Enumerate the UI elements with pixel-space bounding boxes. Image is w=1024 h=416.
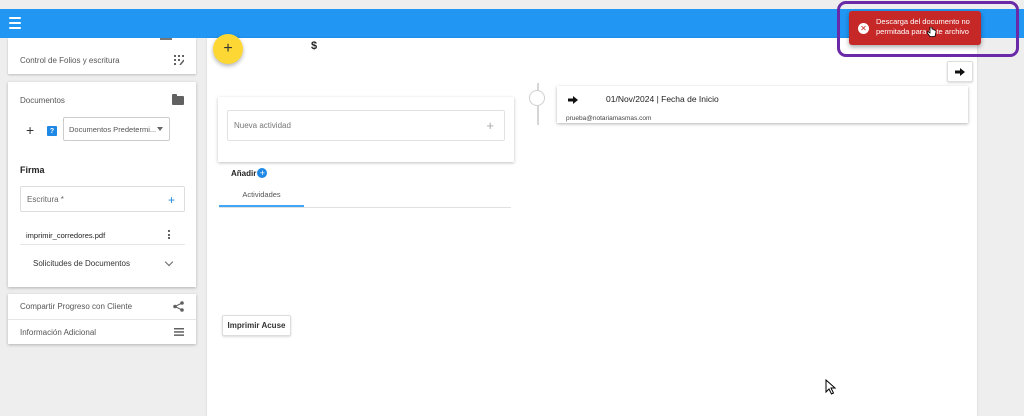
grid-numbers-icon: [174, 55, 184, 65]
more-options-icon[interactable]: [168, 230, 170, 239]
folios-row[interactable]: Control de Folios y escritura: [8, 54, 196, 66]
anadir-button[interactable]: Añadir +: [231, 167, 268, 179]
solicitudes-row[interactable]: Solicitudes de Documentos: [20, 254, 185, 272]
share-icon[interactable]: [173, 300, 184, 312]
hand-cursor-icon: [927, 27, 936, 37]
chevron-down-icon: [164, 257, 174, 267]
collapsed-icon: [160, 38, 172, 40]
arrow-right-icon: [955, 67, 965, 76]
documentos-select-value: Documentos Predetermi...: [69, 124, 157, 134]
add-escritura-icon[interactable]: +: [168, 194, 175, 206]
info-row[interactable]: Información Adicional: [8, 326, 196, 338]
timeline-dot: [529, 90, 545, 106]
info-label: Información Adicional: [20, 327, 97, 337]
add-actividad-icon[interactable]: +: [486, 118, 494, 133]
nueva-actividad-placeholder: Nueva actividad: [234, 121, 291, 130]
documentos-title: Documentos: [20, 95, 65, 105]
folios-card: Control de Folios y escritura: [8, 38, 196, 74]
extra-options-card: Compartir Progreso con Cliente Informaci…: [8, 294, 196, 344]
currency-symbol: $: [311, 40, 318, 52]
divider: [8, 319, 196, 320]
arrow-right-icon: [568, 96, 578, 104]
help-icon[interactable]: ?: [47, 126, 57, 136]
dropdown-caret-icon: [157, 127, 163, 131]
timeline-date: 01/Nov/2024 | Fecha de Inicio: [606, 94, 719, 104]
nueva-actividad-input[interactable]: Nueva actividad +: [227, 110, 505, 141]
arrow-cursor-icon: [825, 379, 837, 395]
add-document-icon[interactable]: +: [26, 123, 34, 137]
timeline-entry-card: 01/Nov/2024 | Fecha de Inicio prueba@not…: [557, 86, 968, 123]
plus-icon: +: [223, 40, 233, 57]
share-label: Compartir Progreso con Cliente: [20, 301, 133, 311]
hamburger-menu-icon[interactable]: [9, 17, 21, 29]
documentos-header: Documentos: [8, 93, 196, 106]
tab-divider: [219, 207, 511, 208]
timeline-email: prueba@notariamasmas.com: [566, 115, 652, 122]
documentos-select[interactable]: Documentos Predetermi...: [63, 117, 170, 141]
share-row[interactable]: Compartir Progreso con Cliente: [8, 300, 196, 312]
file-name: imprimir_corredores.pdf: [26, 231, 106, 240]
escritura-label: Escritura *: [27, 194, 64, 204]
escritura-field[interactable]: Escritura * +: [20, 186, 185, 212]
next-button[interactable]: [947, 61, 973, 82]
tab-actividades[interactable]: Actividades: [219, 190, 304, 199]
folder-icon: [172, 93, 184, 105]
imprimir-acuse-button[interactable]: Imprimir Acuse: [222, 315, 291, 336]
actividad-card: Nueva actividad +: [218, 97, 514, 162]
solicitudes-label: Solicitudes de Documentos: [33, 259, 130, 268]
anadir-label: Añadir: [231, 168, 257, 178]
documentos-card: Documentos + ? Documentos Predetermi... …: [8, 82, 196, 287]
folios-label: Control de Folios y escritura: [20, 55, 120, 65]
firma-title: Firma: [20, 165, 45, 175]
file-item[interactable]: imprimir_corredores.pdf: [20, 218, 185, 245]
add-circle-icon: +: [257, 168, 268, 178]
add-fab-button[interactable]: +: [213, 34, 243, 64]
list-icon: [174, 328, 184, 336]
